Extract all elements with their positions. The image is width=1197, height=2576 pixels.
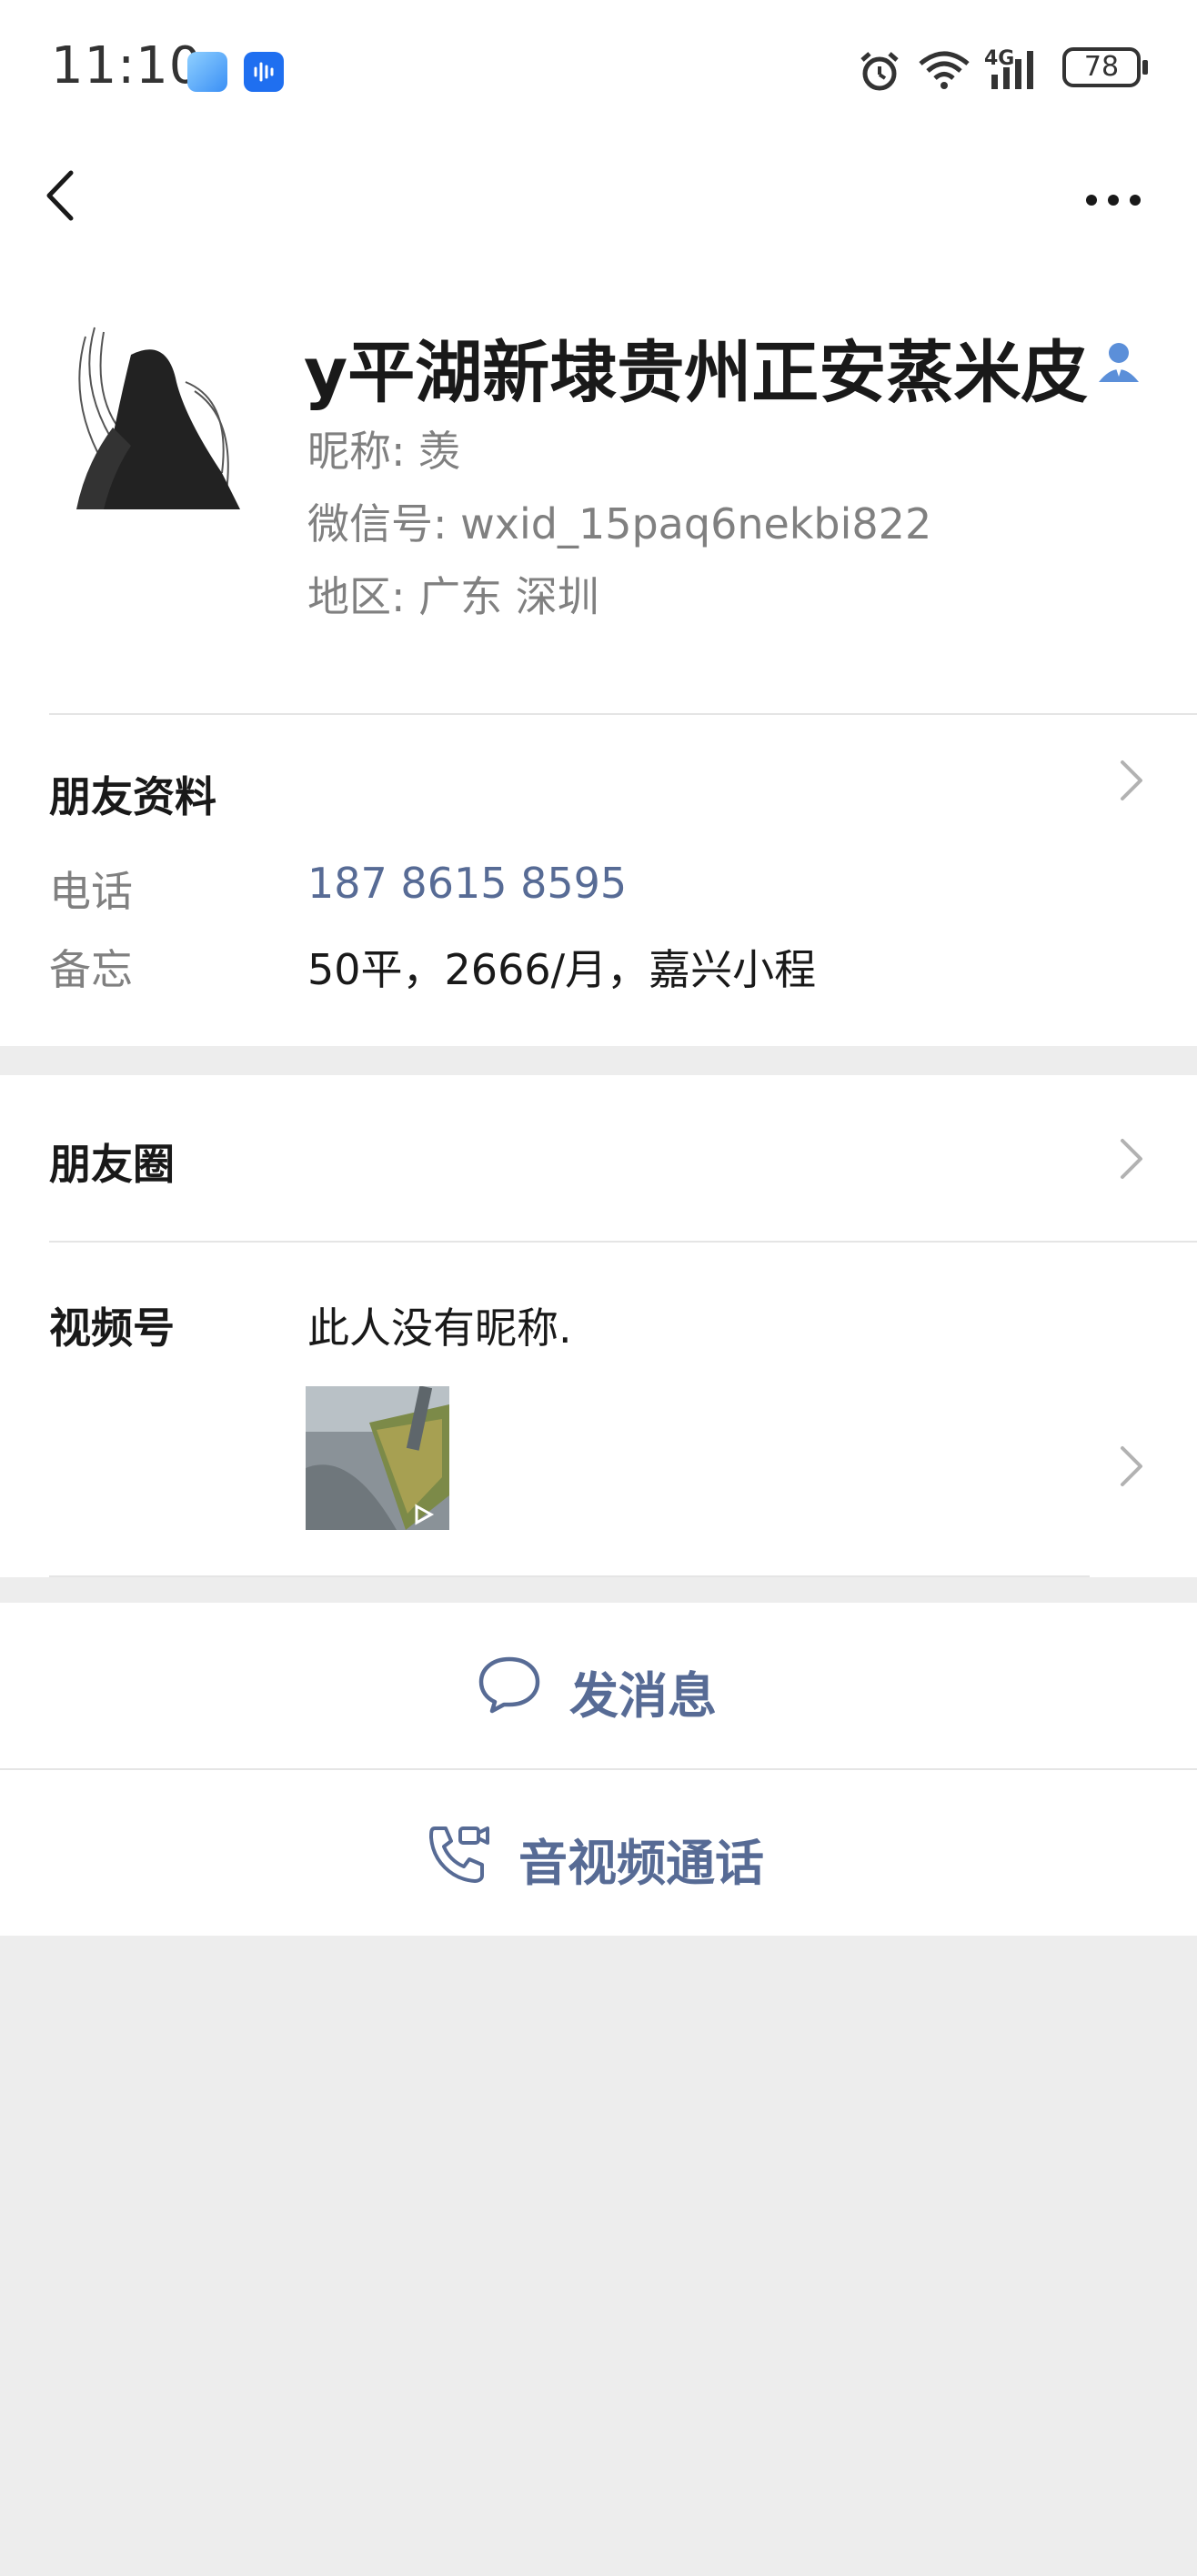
phone-number[interactable]: 187 8615 8595 [307, 859, 627, 908]
alarm-icon [857, 49, 902, 98]
moments-row[interactable] [0, 1075, 1197, 1241]
chevron-right-icon [1115, 1135, 1148, 1186]
region: 地区: 广东 深圳 [307, 572, 599, 621]
back-icon[interactable] [36, 164, 91, 227]
channel-video-thumbnail[interactable] [306, 1386, 449, 1530]
channels-title: 视频号 [49, 1303, 175, 1353]
friend-info-title: 朋友资料 [49, 772, 216, 821]
voice-app-icon [244, 52, 284, 92]
send-message-label: 发消息 [569, 1667, 717, 1725]
channels-row[interactable] [0, 1243, 1197, 1577]
voice-video-call-label: 音视频通话 [518, 1835, 764, 1892]
phone-label: 电话 [49, 867, 133, 916]
channels-nickname: 此人没有昵称. [307, 1303, 572, 1353]
avatar[interactable] [49, 318, 240, 509]
wifi-icon [917, 47, 971, 96]
note-label: 备忘 [49, 945, 133, 994]
chevron-right-icon [1115, 757, 1148, 808]
app-notification-icon [187, 52, 227, 92]
moments-title: 朋友圈 [49, 1140, 175, 1189]
divider [49, 1575, 1090, 1577]
contact-person-icon [1095, 338, 1142, 386]
battery-indicator: 78 [1062, 47, 1148, 87]
note-value: 50平，2666/月，嘉兴小程 [307, 945, 817, 994]
nav-bar [0, 146, 1197, 255]
nickname: 昵称: 羡 [307, 427, 461, 476]
contact-name: y平湖新埭贵州正安蒸米皮 [304, 334, 1089, 412]
signal-icon [988, 47, 1044, 95]
phone-video-icon [424, 1821, 493, 1890]
chat-bubble-icon [477, 1654, 542, 1719]
chevron-right-icon [1115, 1443, 1148, 1494]
more-dots-icon[interactable] [1081, 182, 1146, 218]
wechat-id: 微信号: wxid_15paq6nekbi822 [307, 499, 932, 548]
status-time: 11:10 [51, 36, 203, 96]
